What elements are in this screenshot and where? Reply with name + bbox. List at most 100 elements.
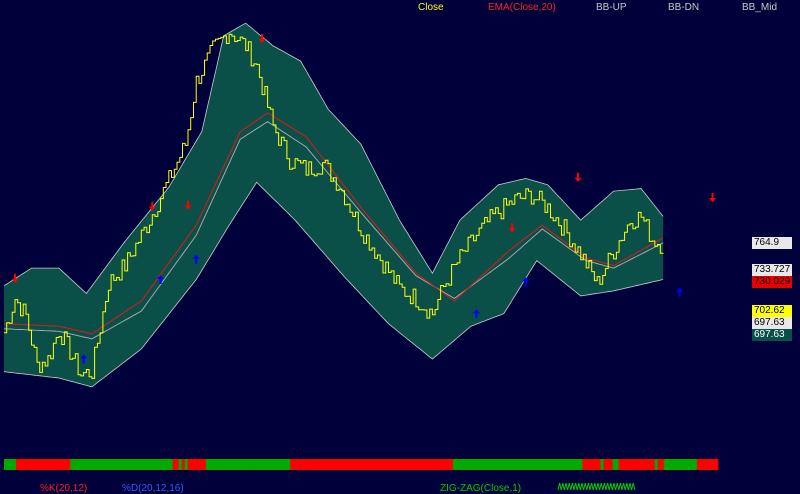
strip-segment <box>199 459 204 470</box>
zigzag-mark <box>621 482 626 491</box>
strip-segment <box>58 459 62 470</box>
strip-segment <box>600 459 604 470</box>
strip-segment <box>148 459 153 470</box>
strip-segment <box>639 459 644 470</box>
strip-segment <box>22 459 26 470</box>
strip-segment <box>555 459 559 470</box>
strip-segment <box>567 459 571 470</box>
strip-segment <box>528 459 532 470</box>
strip-segment <box>103 459 107 470</box>
strip-segment <box>416 459 421 470</box>
strip-segment <box>157 459 162 470</box>
strip-segment <box>467 459 472 470</box>
strip-segment <box>633 459 638 470</box>
strip-segment <box>269 459 273 470</box>
strip-segment <box>94 459 98 470</box>
strip-segment <box>648 459 653 470</box>
zigzag-mark <box>608 482 613 491</box>
strip-segment <box>582 459 586 470</box>
strip-segment <box>73 459 77 470</box>
strip-segment <box>64 459 68 470</box>
strip-segment <box>702 459 707 470</box>
strip-segment <box>347 459 351 470</box>
strip-segment <box>483 459 487 470</box>
strip-segment <box>254 459 258 470</box>
strip-segment <box>513 459 517 470</box>
strip-segment <box>208 459 213 470</box>
strip-segment <box>82 459 86 470</box>
strip-segment <box>296 459 300 470</box>
strip-segment <box>251 459 255 470</box>
strip-segment <box>615 459 619 470</box>
strip-segment <box>446 459 451 470</box>
strip-segment <box>187 459 192 470</box>
strip-segment <box>495 459 499 470</box>
strip-segment <box>142 459 146 470</box>
strip-segment <box>248 459 252 470</box>
strip-segment <box>540 459 544 470</box>
strip-segment <box>519 459 523 470</box>
strip-segment <box>714 459 719 470</box>
strip-segment <box>398 459 403 470</box>
strip-segment <box>476 459 481 470</box>
strip-segment <box>314 459 318 470</box>
strip-segment <box>618 459 622 470</box>
strip-segment <box>145 459 149 470</box>
strip-segment <box>115 459 119 470</box>
strip-segment <box>130 459 134 470</box>
strip-segment <box>76 459 80 470</box>
strip-segment <box>636 459 641 470</box>
strip-segment <box>696 459 701 470</box>
strip-segment <box>28 459 32 470</box>
strip-segment <box>627 459 632 470</box>
strip-segment <box>642 459 647 470</box>
strip-segment <box>401 459 406 470</box>
strip-segment <box>245 459 249 470</box>
strip-segment <box>335 459 339 470</box>
strip-segment <box>350 459 354 470</box>
zigzag-mark <box>589 482 594 491</box>
strip-segment <box>139 459 143 470</box>
strip-segment <box>501 459 505 470</box>
strip-segment <box>46 459 50 470</box>
strip-segment <box>302 459 306 470</box>
strip-segment <box>353 459 357 470</box>
strip-segment <box>489 459 493 470</box>
strip-segment <box>588 459 592 470</box>
strip-segment <box>425 459 430 470</box>
strip-segment <box>344 459 348 470</box>
strip-segment <box>332 459 336 470</box>
zigzag-mark <box>560 482 565 491</box>
strip-segment <box>202 459 207 470</box>
strip-segment <box>687 459 692 470</box>
strip-segment <box>290 459 294 470</box>
strip-segment <box>287 459 291 470</box>
zigzag-mark <box>557 482 562 491</box>
price-tag-bb-mid: 733.727 <box>752 264 792 276</box>
zigzag-mark <box>583 482 588 491</box>
zigzag-mark <box>586 482 591 491</box>
strip-segment <box>127 459 131 470</box>
strip-segment <box>380 459 384 470</box>
strip-segment <box>284 459 288 470</box>
strip-segment <box>498 459 502 470</box>
strip-segment <box>211 459 216 470</box>
price-chart[interactable] <box>0 0 800 492</box>
strip-segment <box>109 459 113 470</box>
strip-segment <box>645 459 650 470</box>
strip-segment <box>657 459 662 470</box>
buy-arrow-icon <box>676 287 684 297</box>
zigzag-mark <box>573 482 578 491</box>
zigzag-mark <box>595 482 601 491</box>
strip-segment <box>678 459 683 470</box>
strip-segment <box>516 459 520 470</box>
strip-segment <box>461 459 466 470</box>
strip-segment <box>181 459 186 470</box>
strip-segment <box>705 459 710 470</box>
strip-segment <box>452 459 457 470</box>
strip-segment <box>672 459 677 470</box>
strip-segment <box>386 459 391 470</box>
strip-segment <box>136 459 140 470</box>
strip-segment <box>570 459 574 470</box>
strip-segment <box>579 459 583 470</box>
